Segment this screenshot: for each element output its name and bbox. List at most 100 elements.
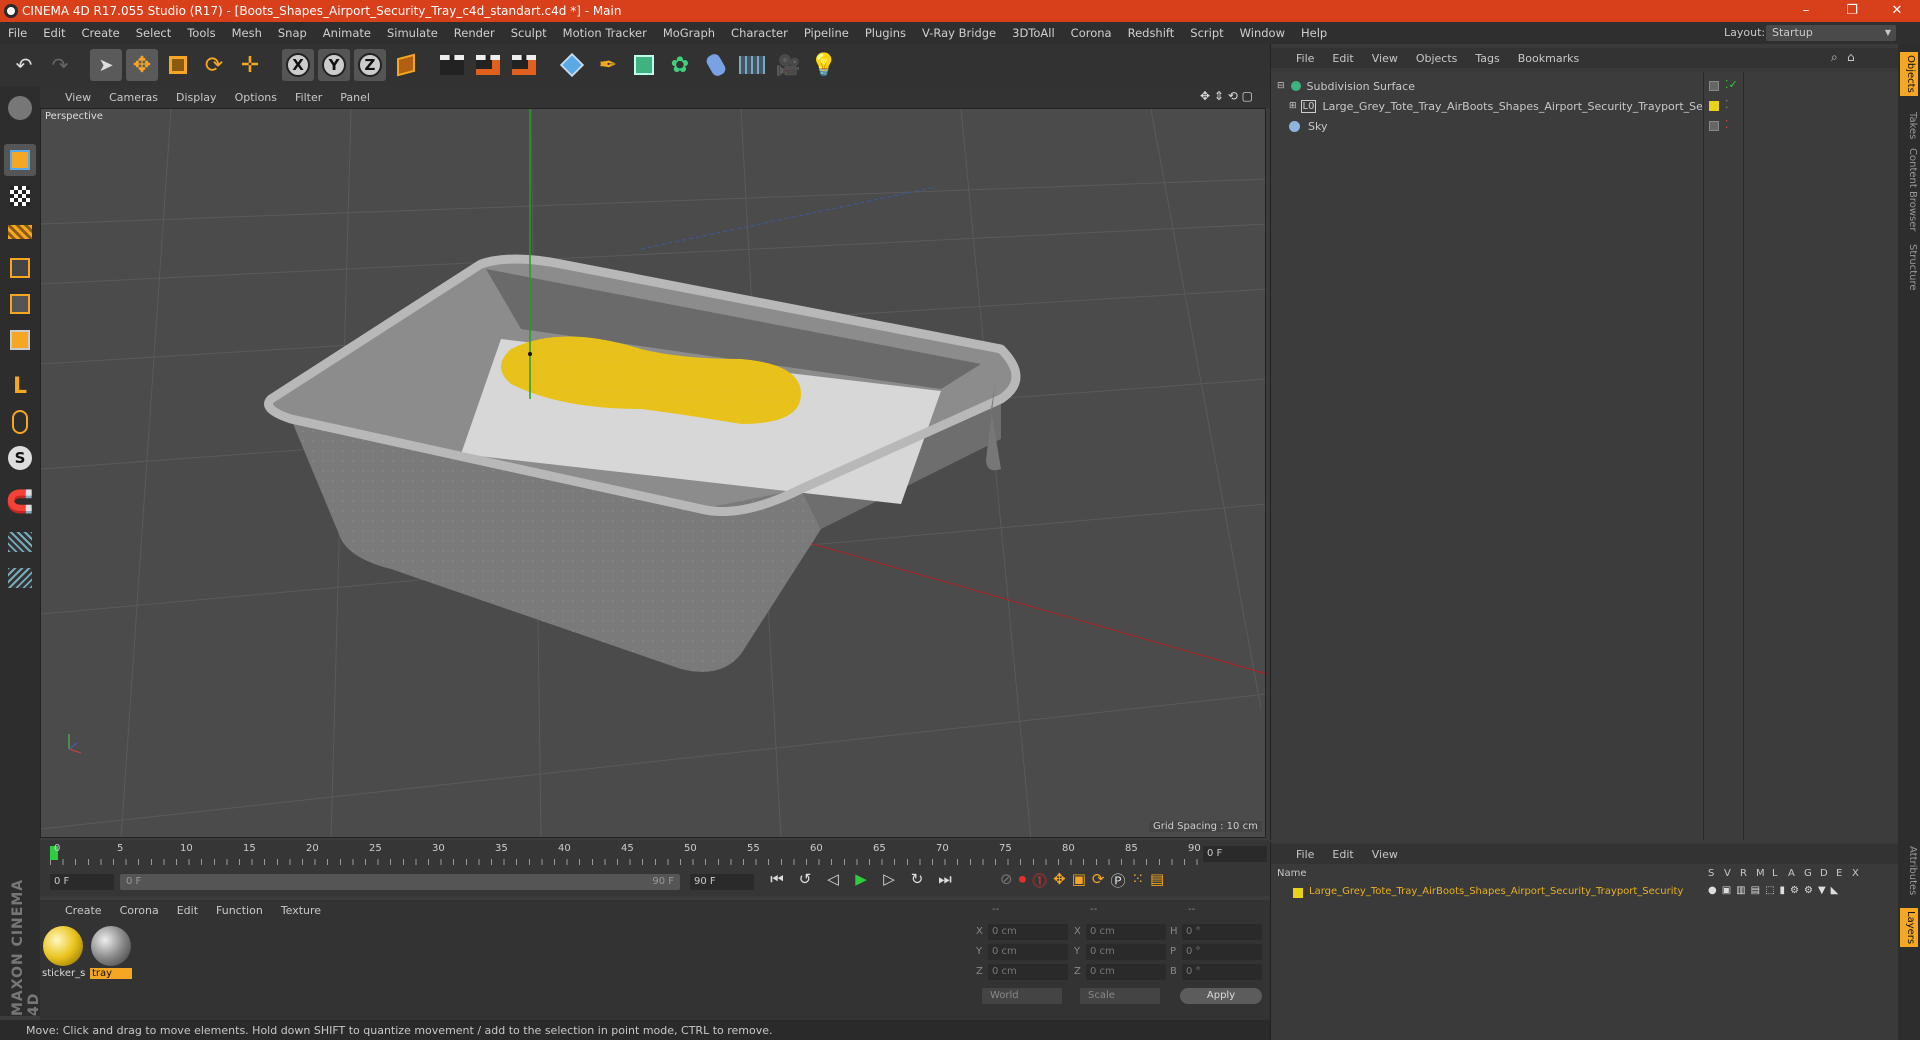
material-swatch-tray[interactable]: tray	[90, 926, 132, 982]
next-key-icon[interactable]: ↻	[905, 870, 929, 888]
viewport-menu-options[interactable]: Options	[226, 91, 286, 104]
layer-col-header[interactable]: G	[1804, 868, 1812, 879]
lock-workplane-button[interactable]	[4, 526, 36, 558]
live-select-button[interactable]: ✛	[234, 49, 266, 81]
tab-content-browser[interactable]: Content Browser	[1900, 148, 1918, 231]
expand-icon[interactable]: ⊞	[1289, 101, 1297, 111]
layer-col-header[interactable]: M	[1756, 868, 1765, 879]
material-swatch-sticker[interactable]: sticker_s	[42, 926, 85, 982]
start-frame-field[interactable]: 0 F	[50, 874, 114, 890]
om-menu-tags[interactable]: Tags	[1466, 52, 1508, 65]
previous-key-icon[interactable]: ↺	[793, 870, 817, 888]
timeline-window-icon[interactable]: ▤	[1150, 870, 1164, 891]
material-menu-function[interactable]: Function	[207, 904, 272, 917]
floor-button[interactable]	[736, 49, 768, 81]
lm-menu-file[interactable]: File	[1287, 848, 1323, 861]
coord-value-field[interactable]: 0 cm	[988, 964, 1068, 980]
select-tool-button[interactable]: ➤	[90, 49, 122, 81]
edges-mode-button[interactable]	[4, 288, 36, 320]
render-view-button[interactable]	[436, 49, 468, 81]
layer-toggle-icons[interactable]: ●▣▥▤⬚▮⚙⚙▼◣	[1708, 885, 1843, 896]
menu-script[interactable]: Script	[1182, 26, 1231, 40]
viewport-menu-filter[interactable]: Filter	[286, 91, 331, 104]
key-grid-icon[interactable]: ⁙	[1131, 870, 1144, 891]
layer-col-header[interactable]: E	[1836, 868, 1842, 879]
next-frame-icon[interactable]: ▷	[877, 870, 901, 888]
visibility-dots-red-icon[interactable]: ⁚	[1725, 118, 1729, 131]
cube-button[interactable]	[556, 49, 588, 81]
layer-col-header[interactable]: L	[1772, 868, 1778, 879]
camera-button[interactable]: 🎥	[772, 49, 804, 81]
key-scale-icon[interactable]: ▣	[1072, 870, 1086, 891]
make-editable-button[interactable]	[4, 92, 36, 124]
menu-tools[interactable]: Tools	[179, 26, 223, 40]
layer-col-header[interactable]: A	[1788, 868, 1795, 879]
scale-dropdown[interactable]: Scale	[1080, 988, 1160, 1004]
viewport-menu-cameras[interactable]: Cameras	[100, 91, 167, 104]
texture-mode-button[interactable]	[4, 180, 36, 212]
cloner-button[interactable]: ✿	[664, 49, 696, 81]
end-frame-field[interactable]: 90 F	[690, 874, 754, 890]
record-disabled-icon[interactable]: ⊘	[1000, 870, 1013, 891]
coord-value-field[interactable]: 0 cm	[1086, 964, 1166, 980]
visibility-toggle-icon[interactable]	[1709, 81, 1719, 91]
om-home-icon[interactable]: ⌂	[1847, 50, 1855, 64]
material-menu-corona[interactable]: Corona	[111, 904, 168, 917]
object-row-subdivision[interactable]: ⊟ Subdivision Surface ⁚✓	[1271, 76, 1891, 96]
tab-structure[interactable]: Structure	[1900, 244, 1918, 291]
axis-mode-button[interactable]: L	[4, 370, 36, 402]
menu-simulate[interactable]: Simulate	[379, 26, 446, 40]
deformer-button[interactable]	[700, 49, 732, 81]
close-button[interactable]: ✕	[1874, 0, 1920, 22]
y-axis-button[interactable]: Y	[318, 49, 350, 81]
viewport-menu-display[interactable]: Display	[167, 91, 226, 104]
record-icon[interactable]: ⏺	[1019, 870, 1027, 891]
om-menu-view[interactable]: View	[1363, 52, 1407, 65]
menu-file[interactable]: File	[0, 26, 35, 40]
menu-vray-bridge[interactable]: V-Ray Bridge	[914, 26, 1004, 40]
key-move-icon[interactable]: ✥	[1053, 870, 1066, 891]
undo-button[interactable]: ↶	[8, 49, 40, 81]
key-rotate-icon[interactable]: ⟳	[1092, 870, 1105, 891]
expand-icon[interactable]: ⊟	[1277, 81, 1285, 91]
snapping-button[interactable]: S	[4, 442, 36, 474]
material-menu-texture[interactable]: Texture	[272, 904, 330, 917]
autokey-icon[interactable]: ⓵	[1032, 870, 1047, 891]
object-row-tray[interactable]: ⊞ L0 Large_Grey_Tote_Tray_AirBoots_Shape…	[1271, 96, 1891, 116]
layer-col-header[interactable]: X	[1852, 868, 1859, 879]
polygons-mode-button[interactable]	[4, 324, 36, 356]
om-search-icon[interactable]: ⌕	[1831, 50, 1838, 65]
z-axis-button[interactable]: Z	[354, 49, 386, 81]
current-frame-field[interactable]: 0 F	[1203, 846, 1267, 862]
timeline-ruler[interactable]: 0 5 10 15 20 25 30 35 40 45 50 55 60 65 70 75 80 85 90	[50, 843, 1201, 865]
coordinate-system-button[interactable]	[390, 49, 422, 81]
lm-menu-edit[interactable]: Edit	[1323, 848, 1362, 861]
coord-value-field[interactable]: 0 cm	[988, 924, 1068, 940]
coord-value-field[interactable]: 0 °	[1182, 964, 1262, 980]
render-settings-button[interactable]	[508, 49, 540, 81]
menu-create[interactable]: Create	[74, 26, 128, 40]
viewport-menu-panel[interactable]: Panel	[331, 91, 379, 104]
move-tool-button[interactable]: ✥	[126, 49, 158, 81]
restore-button[interactable]: ❐	[1829, 0, 1875, 22]
planar-workplane-button[interactable]	[4, 562, 36, 594]
menu-animate[interactable]: Animate	[315, 26, 379, 40]
lm-menu-view[interactable]: View	[1363, 848, 1407, 861]
coord-value-field[interactable]: 0 °	[1182, 924, 1262, 940]
menu-sculpt[interactable]: Sculpt	[503, 26, 555, 40]
previous-frame-icon[interactable]: ◁	[821, 870, 845, 888]
go-to-start-icon[interactable]: ⏮	[765, 870, 789, 888]
coord-value-field[interactable]: 0 cm	[1086, 944, 1166, 960]
visibility-dots-icon[interactable]: ⁚	[1725, 98, 1729, 111]
menu-plugins[interactable]: Plugins	[857, 26, 914, 40]
minimize-button[interactable]: –	[1783, 0, 1829, 22]
frame-range-slider[interactable]: 0 F 90 F	[120, 874, 680, 890]
menu-mesh[interactable]: Mesh	[224, 26, 270, 40]
tweak-mode-button[interactable]	[4, 406, 36, 438]
menu-corona[interactable]: Corona	[1063, 26, 1120, 40]
viewport-nav-icons[interactable]: ✥ ⇕ ⟲ ▢	[1200, 89, 1253, 103]
layer-col-header[interactable]: R	[1740, 868, 1747, 879]
tab-attributes[interactable]: Attributes	[1900, 846, 1918, 895]
menu-pipeline[interactable]: Pipeline	[796, 26, 857, 40]
material-menu-edit[interactable]: Edit	[168, 904, 207, 917]
